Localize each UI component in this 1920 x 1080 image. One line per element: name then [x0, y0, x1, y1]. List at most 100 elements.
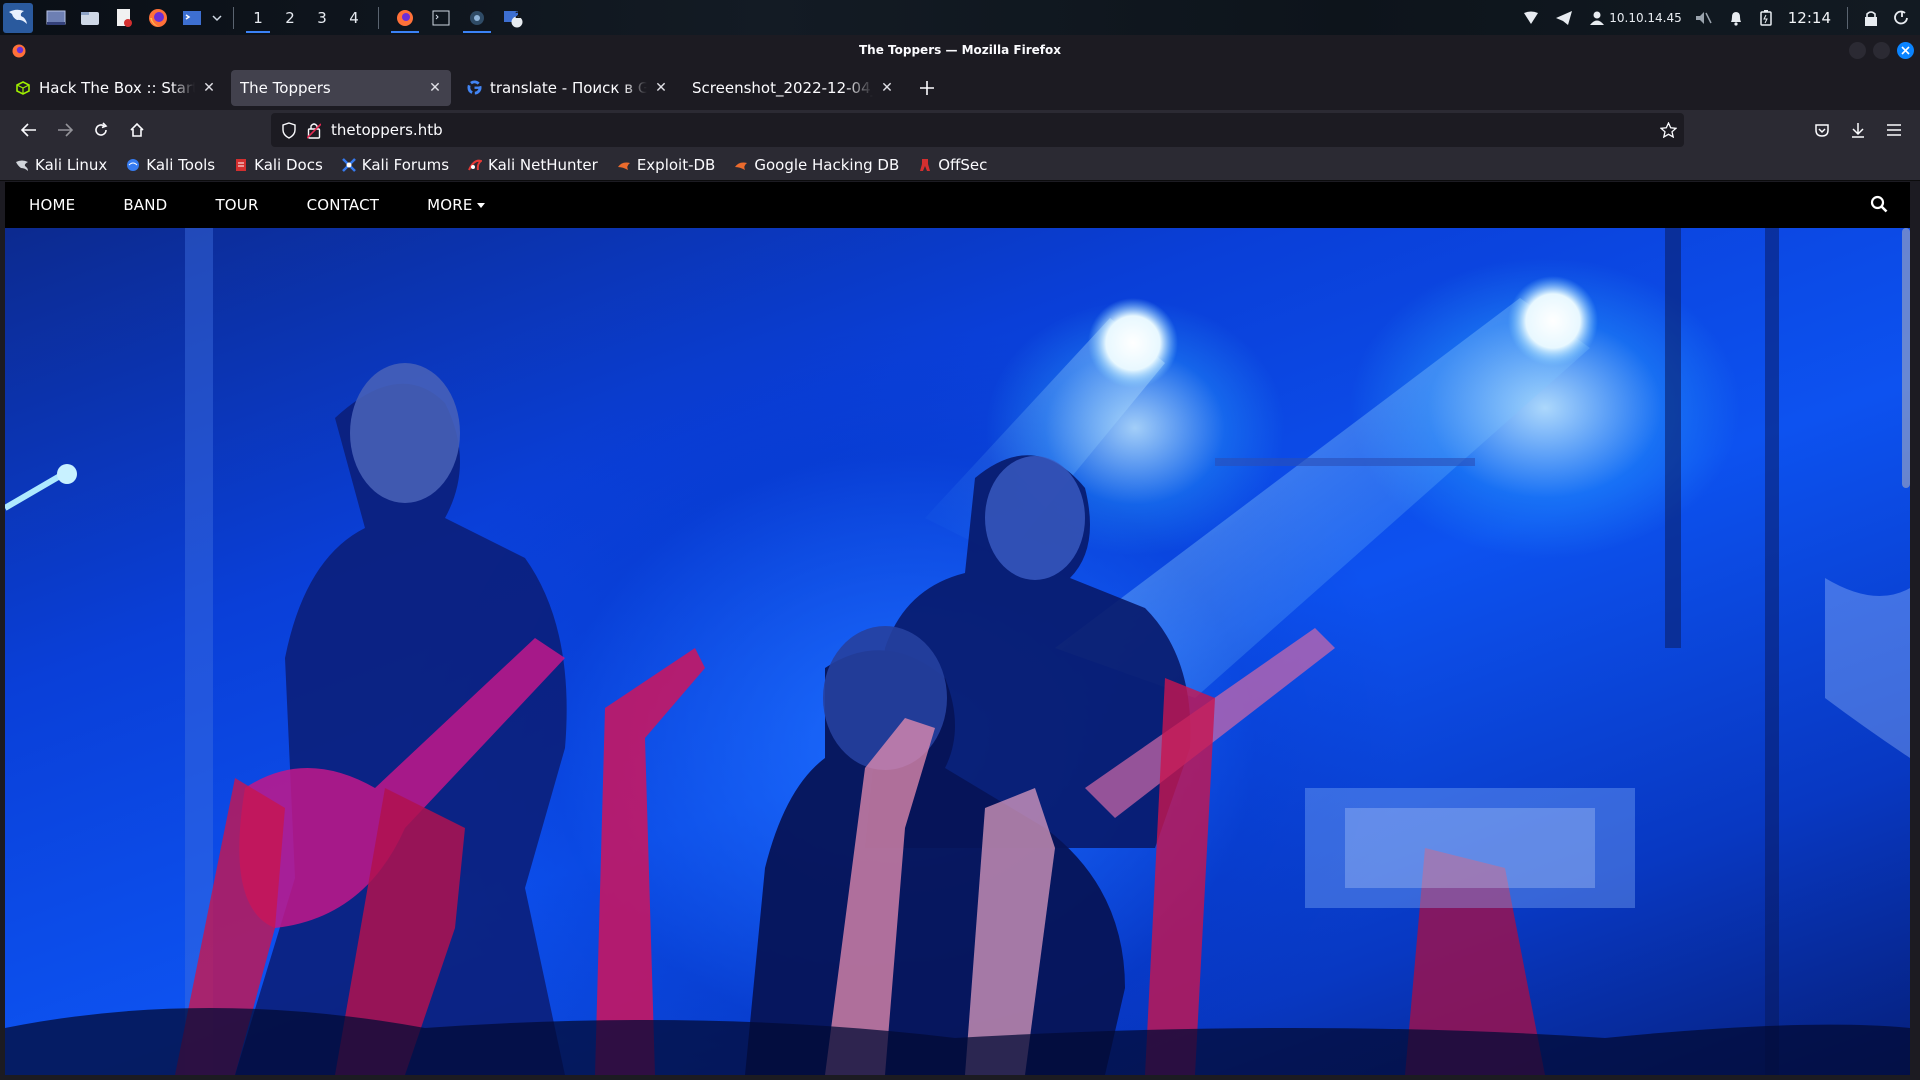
tab-close-icon[interactable]: ✕: [879, 80, 895, 96]
site-nav-home[interactable]: HOME: [5, 182, 99, 228]
site-nav-tour[interactable]: TOUR: [191, 182, 282, 228]
task-count-badge: 2: [515, 11, 522, 21]
network-ip[interactable]: 10.10.14.45: [1589, 0, 1682, 35]
tab-screenshot[interactable]: Screenshot_2022-12-04_02_ ✕: [683, 70, 903, 106]
tab-the-toppers[interactable]: The Toppers ✕: [231, 69, 451, 106]
nav-label: TOUR: [215, 196, 259, 214]
workspace-2[interactable]: 2: [274, 0, 306, 35]
page-scrollbar[interactable]: [1902, 228, 1910, 488]
hero-image: [5, 228, 1910, 1075]
downloads-button[interactable]: [1840, 114, 1876, 146]
insecure-lock-icon[interactable]: [303, 116, 325, 144]
firefox-window-icon[interactable]: [12, 43, 26, 58]
panel-launchers: 1 2 3 4 2: [0, 0, 531, 35]
file-manager-icon[interactable]: [77, 5, 103, 31]
minimize-button[interactable]: [1849, 42, 1866, 59]
bookmark-label: OffSec: [938, 156, 988, 174]
task-firefox-icon[interactable]: [387, 0, 423, 35]
toolbar-right: [1804, 114, 1912, 146]
pocket-button[interactable]: [1804, 114, 1840, 146]
workspace-1[interactable]: 1: [242, 0, 274, 35]
app-menu-button[interactable]: [1876, 114, 1912, 146]
kali-menu-icon[interactable]: [3, 2, 33, 33]
site-nav-band[interactable]: BAND: [99, 182, 191, 228]
download-icon: [1852, 123, 1864, 138]
kali-tools-icon: [125, 157, 141, 173]
firefox-launcher-icon[interactable]: [145, 5, 171, 31]
tab-strip: Hack The Box :: Starting Point ✕ The Top…: [0, 65, 1920, 110]
window-titlebar[interactable]: The Toppers — Mozilla Firefox: [0, 35, 1920, 65]
text-editor-icon[interactable]: [111, 5, 137, 31]
workspace-4[interactable]: 4: [338, 0, 370, 35]
hamburger-menu-icon: [1887, 124, 1901, 136]
bookmark-kali-nethunter[interactable]: Kali NetHunter: [463, 152, 602, 178]
tab-label: The Toppers: [240, 78, 331, 97]
search-icon[interactable]: [1870, 195, 1890, 215]
bookmark-offsec[interactable]: OffSec: [913, 152, 991, 178]
panel-separator: [378, 6, 379, 29]
url-text[interactable]: thetoppers.htb: [331, 121, 443, 139]
site-nav-contact[interactable]: CONTACT: [283, 182, 404, 228]
tracking-shield-icon[interactable]: [275, 116, 303, 144]
lock-screen-icon[interactable]: [1864, 0, 1878, 35]
url-bar[interactable]: thetoppers.htb: [271, 113, 1684, 147]
arrow-right-icon: [58, 123, 73, 137]
google-icon: [466, 80, 482, 96]
kali-forums-icon: [341, 157, 357, 173]
tab-close-icon[interactable]: ✕: [201, 80, 217, 96]
bookmark-label: Google Hacking DB: [754, 156, 900, 174]
vpn-shield-icon[interactable]: [1523, 0, 1539, 35]
show-desktop-icon[interactable]: [43, 5, 69, 31]
tab-label: translate - Поиск в Google: [490, 78, 647, 97]
home-button[interactable]: [119, 114, 155, 146]
chevron-down-icon[interactable]: [211, 5, 223, 31]
bookmark-kali-linux[interactable]: Kali Linux: [10, 152, 111, 178]
power-icon[interactable]: [1894, 0, 1910, 35]
workspace-3[interactable]: 3: [306, 0, 338, 35]
exploit-db-icon: [616, 157, 632, 173]
notifications-bell-icon[interactable]: [1728, 0, 1744, 35]
close-icon: [1901, 46, 1910, 55]
battery-icon[interactable]: [1760, 0, 1772, 35]
close-window-button[interactable]: [1897, 42, 1914, 59]
reload-button[interactable]: [83, 114, 119, 146]
bookmark-google-hacking-db[interactable]: Google Hacking DB: [729, 152, 903, 178]
offsec-icon: [917, 157, 933, 173]
tab-google-translate[interactable]: translate - Поиск в Google ✕: [457, 70, 677, 106]
volume-muted-icon[interactable]: [1694, 0, 1712, 35]
nav-label: MORE: [427, 196, 473, 214]
navigation-toolbar: thetoppers.htb: [0, 110, 1920, 150]
task-terminal-icon[interactable]: [423, 0, 459, 35]
site-nav-more-dropdown[interactable]: MORE: [403, 182, 508, 228]
terminal-launcher-icon[interactable]: [179, 5, 205, 31]
panel-separator: [1847, 6, 1848, 29]
tab-close-icon[interactable]: ✕: [427, 80, 443, 96]
reload-icon: [95, 122, 108, 136]
pocket-icon: [1815, 123, 1829, 137]
bookmark-kali-tools[interactable]: Kali Tools: [121, 152, 219, 178]
os-top-panel: 1 2 3 4 2 10.10.14.45 12:14: [0, 0, 1920, 35]
system-tray: 10.10.14.45 12:14: [1515, 0, 1920, 35]
bookmark-label: Exploit-DB: [636, 156, 716, 174]
ghdb-icon: [733, 157, 749, 173]
tab-hack-the-box[interactable]: Hack The Box :: Starting Point ✕: [6, 70, 225, 106]
bookmark-kali-docs[interactable]: Kali Docs: [229, 152, 327, 178]
bookmark-exploit-db[interactable]: Exploit-DB: [612, 152, 720, 178]
telegram-icon[interactable]: [1555, 0, 1573, 35]
bookmark-star-icon[interactable]: [1654, 116, 1682, 144]
new-tab-button[interactable]: [913, 74, 941, 102]
bookmarks-toolbar: Kali Linux Kali Tools Kali Docs Kali For…: [0, 150, 1920, 181]
caret-down-icon: [476, 202, 485, 208]
home-icon: [130, 122, 144, 137]
bookmark-kali-forums[interactable]: Kali Forums: [337, 152, 453, 178]
bookmark-label: Kali Docs: [254, 156, 323, 174]
back-button[interactable]: [11, 114, 47, 146]
task-app-icon[interactable]: [459, 0, 495, 35]
maximize-button[interactable]: [1873, 42, 1890, 59]
forward-button[interactable]: [47, 114, 83, 146]
arrow-left-icon: [21, 123, 36, 137]
tab-close-icon[interactable]: ✕: [653, 80, 669, 96]
concert-photo: [5, 228, 1910, 1075]
task-group-icon[interactable]: 2: [495, 0, 531, 35]
clock[interactable]: 12:14: [1788, 0, 1831, 35]
